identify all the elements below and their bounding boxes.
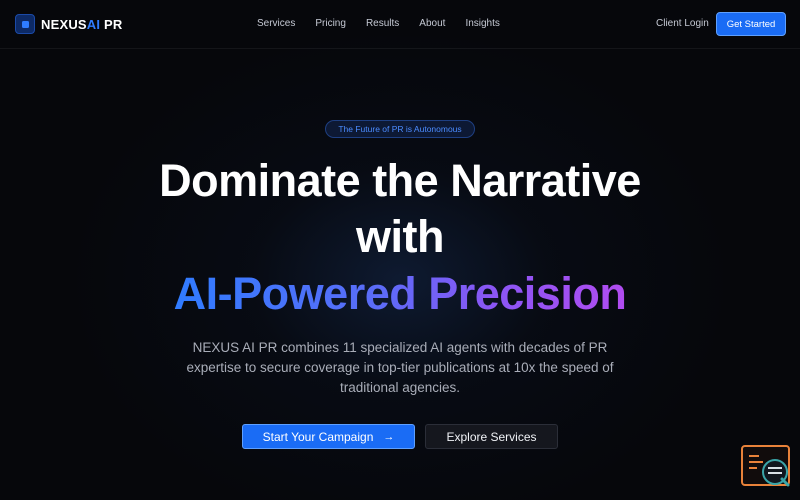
get-started-button[interactable]: Get Started bbox=[716, 12, 786, 36]
brand-logo[interactable]: NEXUSAI PR bbox=[15, 14, 122, 34]
hero-headline-line1: Dominate the Narrative bbox=[159, 155, 641, 206]
terminal-search-icon bbox=[762, 459, 790, 487]
nav-link-services[interactable]: Services bbox=[257, 17, 295, 31]
nav-link-insights[interactable]: Insights bbox=[465, 17, 499, 31]
nav-link-results[interactable]: Results bbox=[366, 17, 399, 31]
start-campaign-button[interactable]: Start Your Campaign → bbox=[242, 424, 415, 449]
start-campaign-label: Start Your Campaign bbox=[262, 429, 374, 444]
client-login-link[interactable]: Client Login bbox=[656, 17, 709, 31]
landing-page: NEXUSAI PR Services Pricing Results Abou… bbox=[0, 0, 800, 500]
explore-services-button[interactable]: Explore Services bbox=[425, 424, 558, 449]
nav-link-pricing[interactable]: Pricing bbox=[315, 17, 346, 31]
hero-headline-line2: with bbox=[356, 211, 444, 262]
nav-links: Services Pricing Results About Insights bbox=[257, 17, 520, 31]
brand-name: NEXUSAI PR bbox=[41, 16, 123, 32]
top-nav: NEXUSAI PR Services Pricing Results Abou… bbox=[0, 0, 800, 49]
hero-headline-gradient: AI-Powered Precision bbox=[170, 266, 630, 322]
nav-link-about[interactable]: About bbox=[419, 17, 445, 31]
square-chip-icon bbox=[15, 14, 35, 34]
arrow-right-icon: → bbox=[383, 430, 395, 443]
hero-description: NEXUS AI PR combines 11 specialized AI a… bbox=[186, 340, 614, 395]
hero-badge: The Future of PR is Autonomous bbox=[325, 120, 475, 138]
